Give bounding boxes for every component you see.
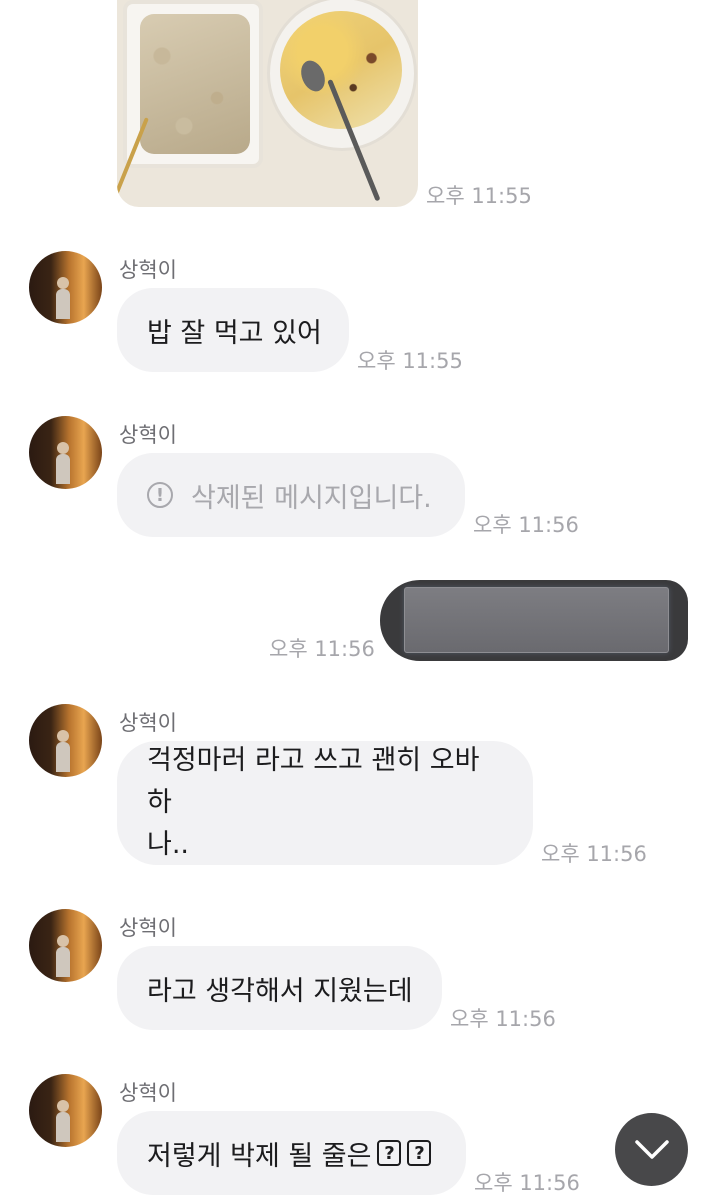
message-text: 밥 잘 먹고 있어 <box>147 317 322 349</box>
message-text: 라고 생각해서 지웠는데 <box>147 975 413 1007</box>
sender-name: 상혁이 <box>119 711 177 735</box>
avatar[interactable] <box>29 704 102 777</box>
sender-name: 상혁이 <box>119 423 177 447</box>
avatar[interactable] <box>29 909 102 982</box>
chevron-down-icon <box>634 1139 669 1159</box>
message-bubble[interactable]: 걱정마러 라고 쓰고 괜히 오바하 나.. <box>117 741 533 865</box>
message-time: 오후 11:56 <box>450 1007 556 1031</box>
avatar[interactable] <box>29 416 102 489</box>
message-text: 저렇게 박제 될 줄은 <box>147 1140 372 1172</box>
message-bubble[interactable]: 라고 생각해서 지웠는데 <box>117 946 442 1030</box>
sender-name: 상혁이 <box>119 916 177 940</box>
sender-name: 상혁이 <box>119 258 177 282</box>
message-time: 오후 11:56 <box>269 637 375 661</box>
bowl <box>267 0 417 151</box>
question-box-icon: ? <box>407 1140 432 1166</box>
message-text-line1: 걱정마러 라고 쓰고 괜히 오바하 <box>147 745 480 818</box>
message-time: 오후 11:55 <box>426 184 532 208</box>
avatar[interactable] <box>29 1074 102 1147</box>
redacted-block <box>404 587 669 653</box>
message-time: 오후 11:56 <box>473 513 579 537</box>
rice-tray <box>123 0 263 168</box>
scroll-to-bottom-button[interactable] <box>615 1113 688 1186</box>
sent-message-bubble[interactable] <box>380 580 688 661</box>
message-text: 삭제된 메시지입니다. <box>191 482 432 514</box>
message-bubble[interactable]: 저렇게 박제 될 줄은 ? ? <box>117 1111 466 1195</box>
message-time: 오후 11:56 <box>541 842 647 866</box>
deleted-message-bubble[interactable]: ! 삭제된 메시지입니다. <box>117 453 465 537</box>
question-box-icon: ? <box>377 1140 402 1166</box>
sender-name: 상혁이 <box>119 1081 177 1105</box>
message-bubble[interactable]: 밥 잘 먹고 있어 <box>117 288 349 372</box>
message-text-line2: 나.. <box>147 829 190 860</box>
food-photo-message[interactable] <box>117 0 418 207</box>
avatar[interactable] <box>29 251 102 324</box>
message-time: 오후 11:56 <box>474 1171 580 1195</box>
alert-circle-icon: ! <box>147 482 173 508</box>
message-time: 오후 11:55 <box>357 349 463 373</box>
